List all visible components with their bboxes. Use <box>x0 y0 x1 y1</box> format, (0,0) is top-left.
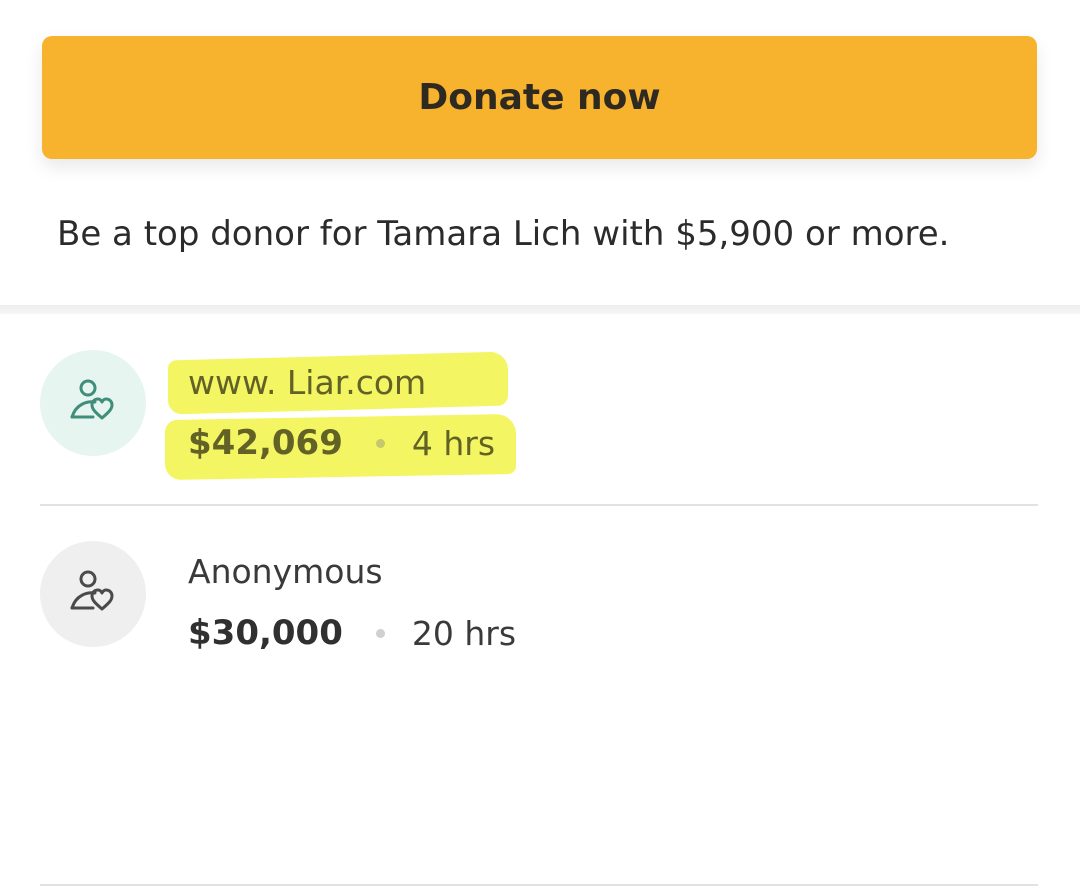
donor-name: www. Liar.com <box>188 363 427 402</box>
dot-separator <box>375 438 385 448</box>
section-divider <box>0 305 1080 314</box>
donation-list: www. Liar.com $42,069 4 hrs Anonymous $3… <box>0 314 1080 886</box>
donate-card: Donate now Be a top donor for Tamara Lic… <box>0 0 1080 305</box>
donation-amount: $42,069 <box>188 423 343 463</box>
donation-meta: $42,069 4 hrs <box>188 423 495 463</box>
donation-list-item[interactable]: Anonymous $30,000 20 hrs <box>0 506 1080 886</box>
donor-heart-icon <box>70 570 114 611</box>
donate-now-button[interactable]: Donate now <box>42 36 1037 159</box>
donor-heart-icon <box>70 379 114 420</box>
donation-amount: $30,000 <box>188 613 343 653</box>
dot-separator <box>375 628 385 638</box>
donation-time: 4 hrs <box>411 423 496 463</box>
avatar <box>40 350 146 456</box>
top-donor-text: Be a top donor for Tamara Lich with $5,9… <box>57 214 950 254</box>
donor-name: Anonymous <box>188 552 383 591</box>
avatar <box>40 541 146 647</box>
donation-time: 20 hrs <box>411 613 517 653</box>
donation-list-item[interactable]: www. Liar.com $42,069 4 hrs <box>0 314 1080 506</box>
donation-meta: $30,000 20 hrs <box>188 613 516 653</box>
